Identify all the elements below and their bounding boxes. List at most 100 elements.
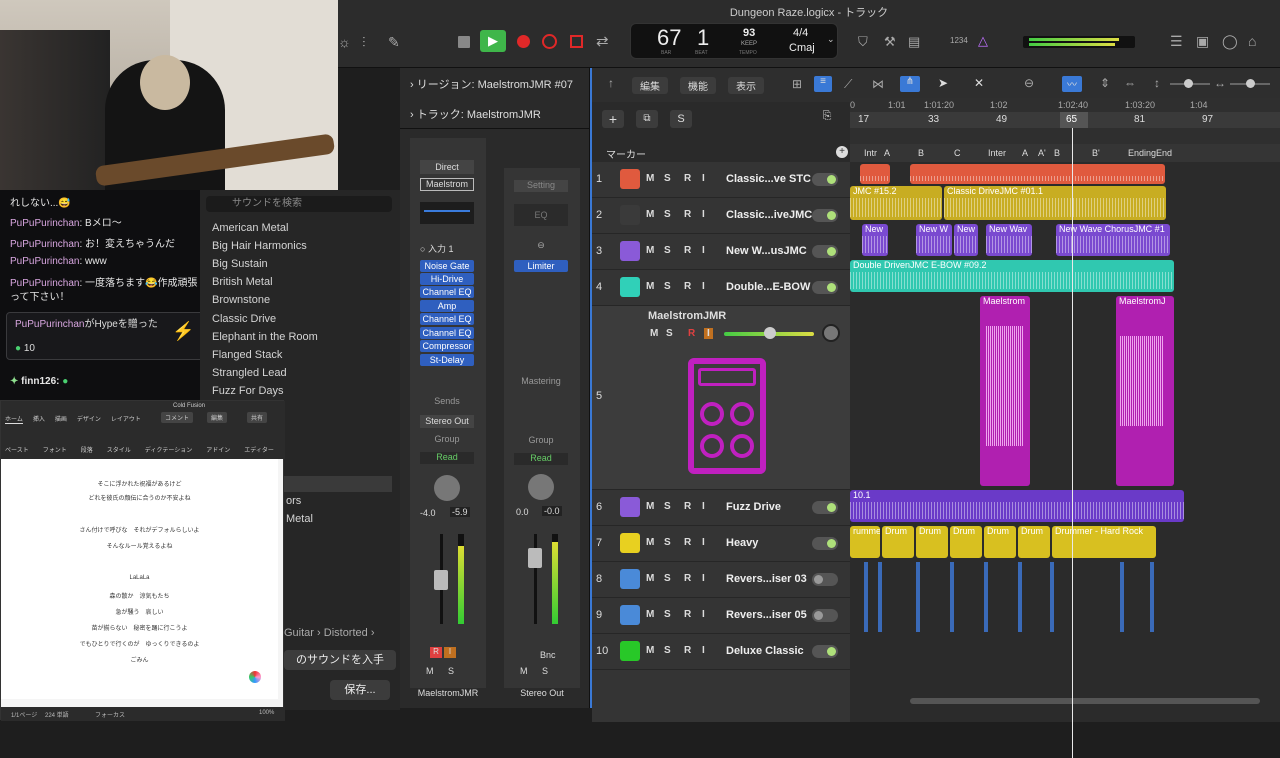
region[interactable]: [1050, 562, 1054, 632]
library-item[interactable]: ors: [286, 495, 301, 507]
group-button[interactable]: Group: [514, 435, 568, 445]
marker[interactable]: B: [1054, 148, 1060, 158]
eq-thumbnail[interactable]: [420, 202, 474, 224]
record-enable-button[interactable]: R: [684, 609, 691, 620]
mute-button[interactable]: M: [520, 666, 528, 676]
waveform-zoom-icon[interactable]: 〰: [1062, 76, 1082, 92]
input-monitor-button[interactable]: I: [702, 173, 705, 184]
add-track-button[interactable]: +: [602, 110, 624, 128]
browser-icon[interactable]: ⌂: [1248, 33, 1256, 49]
region[interactable]: JMC #15.2: [850, 186, 942, 220]
plugin-slot[interactable]: Channel EQ: [420, 327, 474, 339]
region[interactable]: [950, 562, 954, 632]
menu-functions[interactable]: 機能: [680, 77, 716, 94]
amp-designer-button[interactable]: Maelstrom: [420, 178, 474, 191]
library-item[interactable]: Brownstone: [212, 294, 270, 306]
record-enable-button[interactable]: R: [684, 645, 691, 656]
track-name[interactable]: MaelstromJMR: [648, 310, 726, 322]
dictation-tool[interactable]: ディクテーション: [145, 445, 192, 454]
solo-button[interactable]: S: [666, 328, 673, 339]
track-on-off-toggle[interactable]: [812, 209, 838, 222]
marker[interactable]: A: [884, 148, 890, 158]
library-item[interactable]: Fuzz For Days: [212, 385, 284, 397]
library-item[interactable]: Strangled Lead: [212, 367, 287, 379]
region[interactable]: New W: [916, 224, 952, 256]
track-name[interactable]: Revers...iser 05: [726, 609, 807, 621]
region[interactable]: [1018, 562, 1022, 632]
solo-button[interactable]: S: [664, 609, 671, 620]
vertical-zoom-slider[interactable]: [1170, 79, 1210, 88]
record-enable-button[interactable]: R: [684, 209, 691, 220]
solo-button[interactable]: S: [664, 209, 671, 220]
library-item[interactable]: Metal: [286, 513, 313, 525]
mute-button[interactable]: M: [426, 666, 434, 676]
capture-record-button[interactable]: [542, 34, 557, 49]
loop-browser-icon[interactable]: ◯: [1222, 33, 1238, 50]
mute-button[interactable]: M: [646, 173, 654, 184]
edit-button[interactable]: 編集: [207, 412, 228, 423]
input-monitor-button[interactable]: I: [702, 573, 705, 584]
solo-button[interactable]: S: [664, 501, 671, 512]
horizontal-scrollbar[interactable]: [910, 698, 1260, 704]
track-name[interactable]: Heavy: [726, 537, 758, 549]
flex-icon[interactable]: ⋈: [872, 77, 884, 91]
focus-button[interactable]: フォーカス: [95, 710, 125, 719]
track-name[interactable]: Double...E-BOW: [726, 281, 810, 293]
region[interactable]: Drum: [882, 526, 914, 558]
marker[interactable]: C: [954, 148, 961, 158]
cycle-icon[interactable]: ⇄: [596, 32, 609, 50]
record-enable-button[interactable]: R: [684, 173, 691, 184]
region[interactable]: Drum: [1018, 526, 1050, 558]
mute-button[interactable]: M: [646, 537, 654, 548]
plugin-slot[interactable]: Noise Gate: [420, 260, 474, 272]
track-on-off-toggle[interactable]: [812, 501, 838, 514]
plugin-slot[interactable]: Channel EQ: [420, 286, 474, 298]
record-enable-button[interactable]: R: [684, 281, 691, 292]
mute-button[interactable]: M: [646, 501, 654, 512]
tab-layout[interactable]: レイアウト: [111, 414, 141, 424]
track-header[interactable]: 10 M S R I Deluxe Classic: [592, 634, 850, 670]
fit-vertical-icon[interactable]: ⇕: [1100, 76, 1110, 90]
solo-button[interactable]: S: [542, 666, 548, 676]
marker[interactable]: Intr: [864, 148, 877, 158]
input-monitor-button[interactable]: I: [702, 501, 705, 512]
volume-fader[interactable]: [434, 570, 448, 590]
eq-slot[interactable]: EQ: [514, 204, 568, 226]
style-tool[interactable]: スタイル: [107, 445, 131, 454]
track-inspector-header[interactable]: › トラック: MaelstromJMR: [410, 106, 541, 122]
marker[interactable]: Inter: [988, 148, 1006, 158]
region[interactable]: 10.1: [850, 490, 1184, 522]
volume-value[interactable]: 0.0: [516, 507, 529, 517]
region[interactable]: Classic DriveJMC #01.1: [944, 186, 1166, 220]
editor-tool[interactable]: エディター: [244, 445, 274, 454]
marquee-tool-icon[interactable]: ✕: [974, 76, 984, 90]
region[interactable]: Drum: [916, 526, 948, 558]
addin-tool[interactable]: アドイン: [206, 445, 230, 454]
comment-button[interactable]: コメント: [161, 412, 194, 423]
mixer-icon[interactable]: ⫶: [362, 34, 366, 51]
region[interactable]: New: [954, 224, 978, 256]
marker[interactable]: B': [1092, 148, 1100, 158]
add-marker-button[interactable]: +: [836, 146, 848, 158]
solo-button[interactable]: S: [664, 537, 671, 548]
metronome-icon[interactable]: △: [978, 33, 988, 49]
count-in-icon[interactable]: 1234: [950, 36, 968, 45]
plugin-slot[interactable]: Limiter: [514, 260, 568, 272]
track-header[interactable]: 8 M S R I Revers...iser 03: [592, 562, 850, 598]
input-monitor-button[interactable]: I: [702, 245, 705, 256]
timeline-ruler[interactable]: 0 1:01 1:01:20 1:02 1:02:40 1:03:20 1:04…: [850, 98, 1280, 148]
mute-button[interactable]: M: [650, 328, 658, 339]
region[interactable]: rummer -: [850, 526, 880, 558]
lcd-display[interactable]: 67 1 BAR BEAT 93 KEEP TEMPO 4/4 Cmaj ⌄: [630, 23, 838, 59]
paragraph-tool[interactable]: 段落: [81, 445, 93, 454]
tuner-icon[interactable]: ⚒: [884, 34, 896, 50]
pan-knob[interactable]: [528, 474, 554, 500]
global-solo-button[interactable]: S: [670, 110, 692, 128]
marker[interactable]: End: [1156, 148, 1172, 158]
region[interactable]: [1150, 562, 1154, 632]
region[interactable]: MaelstromJ: [1116, 296, 1174, 486]
setting-button[interactable]: Direct: [420, 160, 474, 174]
library-item[interactable]: Classic Drive: [212, 313, 276, 325]
record-button[interactable]: [517, 35, 530, 48]
replace-button[interactable]: [570, 35, 583, 48]
